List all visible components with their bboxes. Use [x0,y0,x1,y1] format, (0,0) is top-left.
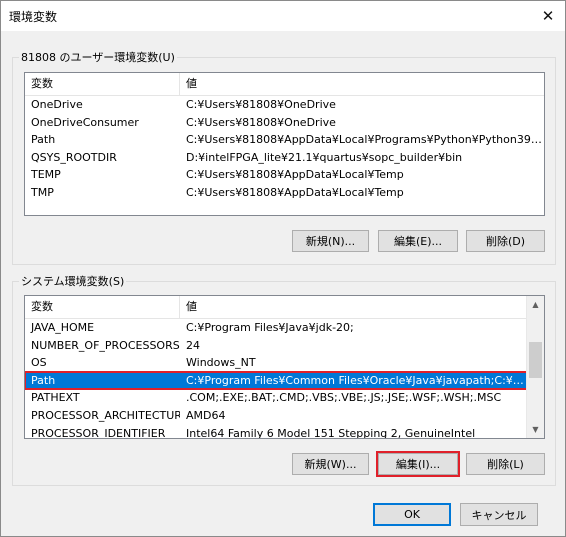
environment-variables-dialog: 環境変数 ✕ 81808 のユーザー環境変数(U) 変数 値 OneDrive C… [0,0,566,537]
column-header-variable[interactable]: 変数 [25,73,180,95]
variable-value-cell: C:¥Users¥81808¥AppData¥Local¥Temp [186,168,404,182]
variable-value-cell: D:¥intelFPGA_lite¥21.1¥quartus¥sopc_buil… [186,150,463,164]
variable-value-cell: .COM;.EXE;.BAT;.CMD;.VBS;.VBE;.JS;.JSE;.… [186,391,502,405]
variable-name-cell: OneDrive [31,98,83,111]
variable-value-cell: C:¥Users¥81808¥AppData¥Local¥Programs¥Py… [186,133,544,147]
cancel-button[interactable]: キャンセル [460,503,538,526]
close-icon: ✕ [541,7,555,25]
system-variables-legend: システム環境変数(S) [21,275,125,288]
close-button[interactable]: ✕ [531,1,565,31]
user-variables-legend: 81808 のユーザー環境変数(U) [21,51,175,64]
variable-name-cell: PROCESSOR_ARCHITECTURE [31,408,180,422]
variable-name-cell: PATHEXT [31,391,80,405]
window-title: 環境変数 [9,10,58,24]
table-row[interactable]: OS Windows_NT [25,354,527,372]
variable-name-cell: PROCESSOR_IDENTIFIER [31,426,166,439]
user-list-header: 変数 値 [25,73,544,96]
table-row[interactable]: PROCESSOR_IDENTIFIER Intel64 Family 6 Mod… [25,425,527,439]
system-rows: JAVA_HOME C:¥Program Files¥Java¥jdk-20; NU… [25,319,528,439]
user-new-button[interactable]: 新規(N)... [292,230,369,252]
variable-value-cell: C:¥Users¥81808¥OneDrive [186,98,336,111]
table-row[interactable]: Path C:¥Users¥81808¥AppData¥Local¥Program… [25,131,544,149]
variable-name-cell: OneDriveConsumer [31,115,139,129]
table-row[interactable]: OneDriveConsumer C:¥Users¥81808¥OneDrive [25,114,544,132]
system-delete-button[interactable]: 削除(L) [466,453,545,475]
variable-value-cell: Windows_NT [186,356,256,370]
table-row-selected[interactable]: Path C:¥Program Files¥Common Files¥Oracle… [25,370,528,391]
variable-value-cell: C:¥Program Files¥Common Files¥Oracle¥Jav… [186,373,527,387]
variable-value-cell: Intel64 Family 6 Model 151 Stepping 2, G… [186,426,476,439]
variable-name-cell: OS [31,356,47,370]
variable-value-cell: C:¥Users¥81808¥OneDrive [186,115,336,129]
variable-value-cell: 24 [186,338,200,352]
table-row[interactable]: NUMBER_OF_PROCESSORS 24 [25,337,527,355]
system-new-button[interactable]: 新規(W)... [292,453,369,475]
user-rows: OneDrive C:¥Users¥81808¥OneDrive OneDriveC… [25,96,544,202]
table-row[interactable]: PROCESSOR_ARCHITECTURE AMD64 [25,407,527,425]
variable-name-cell: TEMP [31,168,61,182]
scroll-thumb[interactable] [529,342,542,378]
table-row[interactable]: TMP C:¥Users¥81808¥AppData¥Local¥Temp [25,184,544,202]
system-list-header: 変数 値 [25,296,527,319]
variable-value-cell: C:¥Users¥81808¥AppData¥Local¥Temp [186,185,404,199]
ok-button[interactable]: OK [373,503,451,526]
user-delete-button[interactable]: 削除(D) [466,230,545,252]
column-header-value[interactable]: 値 [180,296,527,318]
column-header-value[interactable]: 値 [180,73,544,95]
table-row[interactable]: JAVA_HOME C:¥Program Files¥Java¥jdk-20; [25,319,527,337]
system-variables-list[interactable]: 変数 値 JAVA_HOME C:¥Program Files¥Java¥jdk-… [24,295,545,439]
table-row[interactable]: OneDrive C:¥Users¥81808¥OneDrive [25,96,544,114]
variable-name-cell: JAVA_HOME [31,321,95,334]
variable-value-cell: AMD64 [186,408,226,422]
table-row[interactable]: TEMP C:¥Users¥81808¥AppData¥Local¥Temp [25,166,544,184]
system-edit-button[interactable]: 編集(I)... [376,451,460,477]
system-list-scrollbar[interactable]: ▲ ▼ [526,296,544,438]
variable-name-cell: QSYS_ROOTDIR [31,150,117,164]
title-bar: 環境変数 ✕ [1,1,565,31]
variable-name-cell: Path [31,133,56,147]
user-variables-list[interactable]: 変数 値 OneDrive C:¥Users¥81808¥OneDrive OneD… [24,72,545,216]
variable-name-cell: Path [31,373,56,387]
variable-name-cell: NUMBER_OF_PROCESSORS [31,338,180,352]
variable-value-cell: C:¥Program Files¥Java¥jdk-20; [186,321,354,334]
user-edit-button[interactable]: 編集(E)... [378,230,458,252]
variable-name-cell: TMP [31,185,54,199]
table-row[interactable]: QSYS_ROOTDIR D:¥intelFPGA_lite¥21.1¥quart… [25,149,544,167]
scroll-up-icon[interactable]: ▲ [527,296,544,313]
scroll-down-icon[interactable]: ▼ [527,421,544,438]
column-header-variable[interactable]: 変数 [25,296,180,318]
table-row[interactable]: PATHEXT .COM;.EXE;.BAT;.CMD;.VBS;.VBE;.JS… [25,389,527,407]
